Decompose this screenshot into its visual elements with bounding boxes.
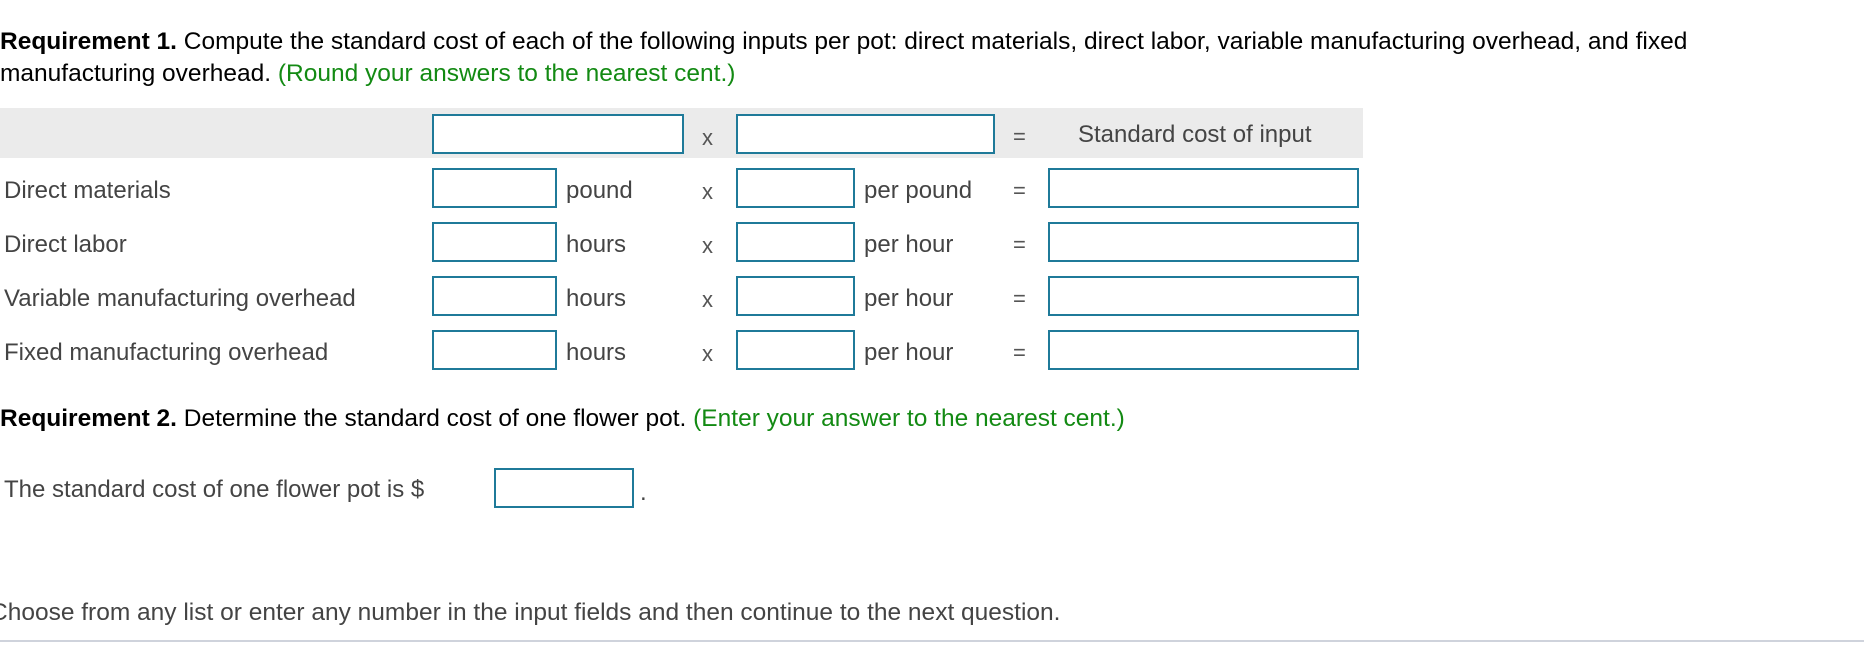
requirement-1-hint: (Round your answers to the nearest cent.… [271, 60, 736, 87]
header-price-input[interactable] [736, 114, 995, 154]
header-times-symbol: x [702, 125, 713, 150]
price-unit: per hour [864, 285, 954, 312]
equals-symbol: = [1013, 340, 1026, 365]
equals-symbol: = [1013, 232, 1026, 257]
standard-cost-input[interactable] [1048, 168, 1359, 208]
header-equals-symbol: = [1013, 124, 1026, 149]
requirement-2-hint: (Enter your answer to the nearest cent.) [686, 405, 1125, 432]
row-label: Variable manufacturing overhead [4, 285, 356, 312]
quantity-unit: hours [566, 231, 627, 258]
quantity-input[interactable] [432, 330, 557, 370]
quantity-unit: pound [566, 177, 633, 204]
quantity-unit: hours [566, 339, 627, 366]
footer-instruction: Choose from any list or enter any number… [0, 599, 1061, 626]
header-result-label: Standard cost of input [1078, 121, 1312, 148]
equals-symbol: = [1013, 286, 1026, 311]
requirement-2-text: Requirement 2. Determine the standard co… [0, 403, 1820, 435]
quantity-input[interactable] [432, 222, 557, 262]
requirement-2-label: Requirement 2. [0, 405, 177, 432]
price-input[interactable] [736, 168, 855, 208]
flower-pot-cost-label: The standard cost of one flower pot is $ [4, 476, 425, 503]
times-symbol: x [702, 341, 713, 366]
price-input[interactable] [736, 222, 855, 262]
footer-divider [0, 640, 1864, 642]
times-symbol: x [702, 233, 713, 258]
standard-cost-input[interactable] [1048, 330, 1359, 370]
quantity-input[interactable] [432, 168, 557, 208]
flower-pot-cost-suffix: . [640, 479, 647, 506]
requirement-2-body: Determine the standard cost of one flowe… [177, 405, 687, 432]
price-unit: per hour [864, 231, 954, 258]
price-input[interactable] [736, 330, 855, 370]
row-label: Direct materials [4, 177, 171, 204]
flower-pot-cost-input[interactable] [494, 468, 634, 508]
requirement-1-body: Compute the standard cost of each of the… [0, 28, 1688, 87]
header-quantity-input[interactable] [432, 114, 684, 154]
price-unit: per hour [864, 339, 954, 366]
quantity-input[interactable] [432, 276, 557, 316]
times-symbol: x [702, 179, 713, 204]
quantity-unit: hours [566, 285, 627, 312]
standard-cost-input[interactable] [1048, 222, 1359, 262]
row-label: Fixed manufacturing overhead [4, 339, 329, 366]
times-symbol: x [702, 287, 713, 312]
standard-cost-input[interactable] [1048, 276, 1359, 316]
row-label: Direct labor [4, 231, 127, 258]
price-unit: per pound [864, 177, 973, 204]
equals-symbol: = [1013, 178, 1026, 203]
requirement-1-label: Requirement 1. [0, 28, 177, 55]
price-input[interactable] [736, 276, 855, 316]
requirement-1-text: Requirement 1. Compute the standard cost… [0, 26, 1820, 90]
